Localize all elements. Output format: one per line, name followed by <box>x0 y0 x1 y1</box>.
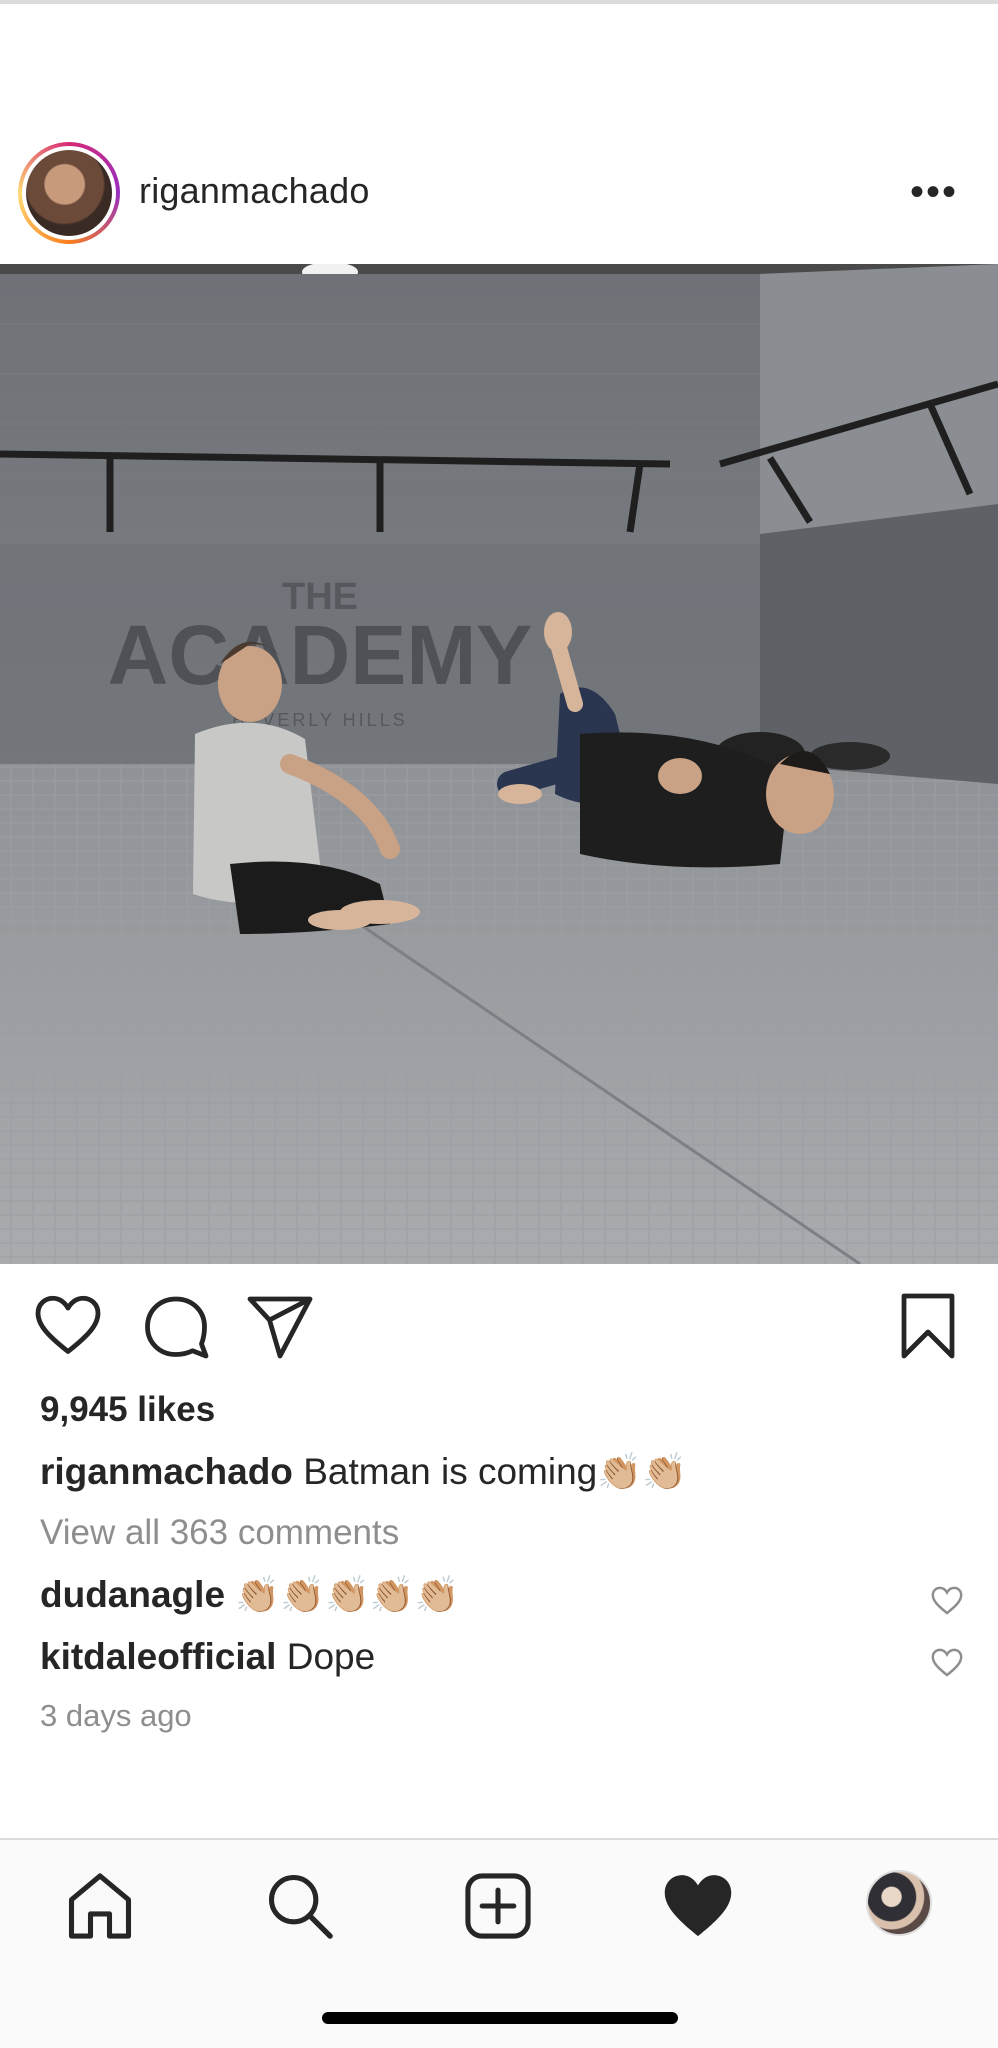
post-header: riganmachado ••• <box>0 140 998 264</box>
wall-sign-line2: ACADEMY <box>108 608 533 702</box>
comment-username[interactable]: dudanagle <box>40 1574 225 1615</box>
comment-username[interactable]: kitdaleofficial <box>40 1636 276 1677</box>
view-all-comments-link[interactable]: View all 363 comments <box>40 1513 960 1553</box>
post-timestamp: 3 days ago <box>40 1698 192 1733</box>
bookmark-icon[interactable] <box>892 1290 964 1362</box>
status-bar-divider <box>0 0 998 4</box>
caption-text: Batman is coming <box>303 1451 598 1492</box>
post-photo[interactable]: THE ACADEMY BEVERLY HILLS <box>0 264 998 1264</box>
profile-avatar[interactable] <box>866 1870 932 1936</box>
heart-outline-icon[interactable] <box>32 1290 104 1362</box>
speech-bubble-icon[interactable] <box>140 1290 212 1362</box>
comment-item: dudanagle 👏🏼👏🏼👏🏼👏🏼👏🏼 <box>40 1574 960 1616</box>
comment-text: Dope <box>286 1636 376 1677</box>
comment-like-icon[interactable] <box>930 1584 964 1618</box>
post-caption: riganmachado Batman is coming👏🏼👏🏼 <box>40 1451 960 1493</box>
likes-count[interactable]: 9,945 likes <box>40 1390 960 1430</box>
author-avatar[interactable] <box>18 142 120 244</box>
heart-filled-icon[interactable] <box>660 1868 736 1944</box>
post-actions <box>0 1290 998 1370</box>
comment-like-icon[interactable] <box>930 1646 964 1680</box>
plus-square-icon[interactable] <box>460 1868 536 1944</box>
home-icon[interactable] <box>62 1868 138 1944</box>
more-options-icon[interactable]: ••• <box>910 172 958 212</box>
author-username[interactable]: riganmachado <box>139 170 370 212</box>
caption-emoji: 👏🏼👏🏼 <box>597 1451 687 1492</box>
search-icon[interactable] <box>262 1868 338 1944</box>
paper-plane-icon[interactable] <box>244 1290 316 1362</box>
comment-text: 👏🏼👏🏼👏🏼👏🏼👏🏼 <box>235 1574 460 1615</box>
home-indicator[interactable] <box>322 2012 678 2024</box>
bottom-tab-bar <box>0 1838 998 2048</box>
caption-username[interactable]: riganmachado <box>40 1451 293 1492</box>
comment-item: kitdaleofficial Dope <box>40 1636 960 1678</box>
